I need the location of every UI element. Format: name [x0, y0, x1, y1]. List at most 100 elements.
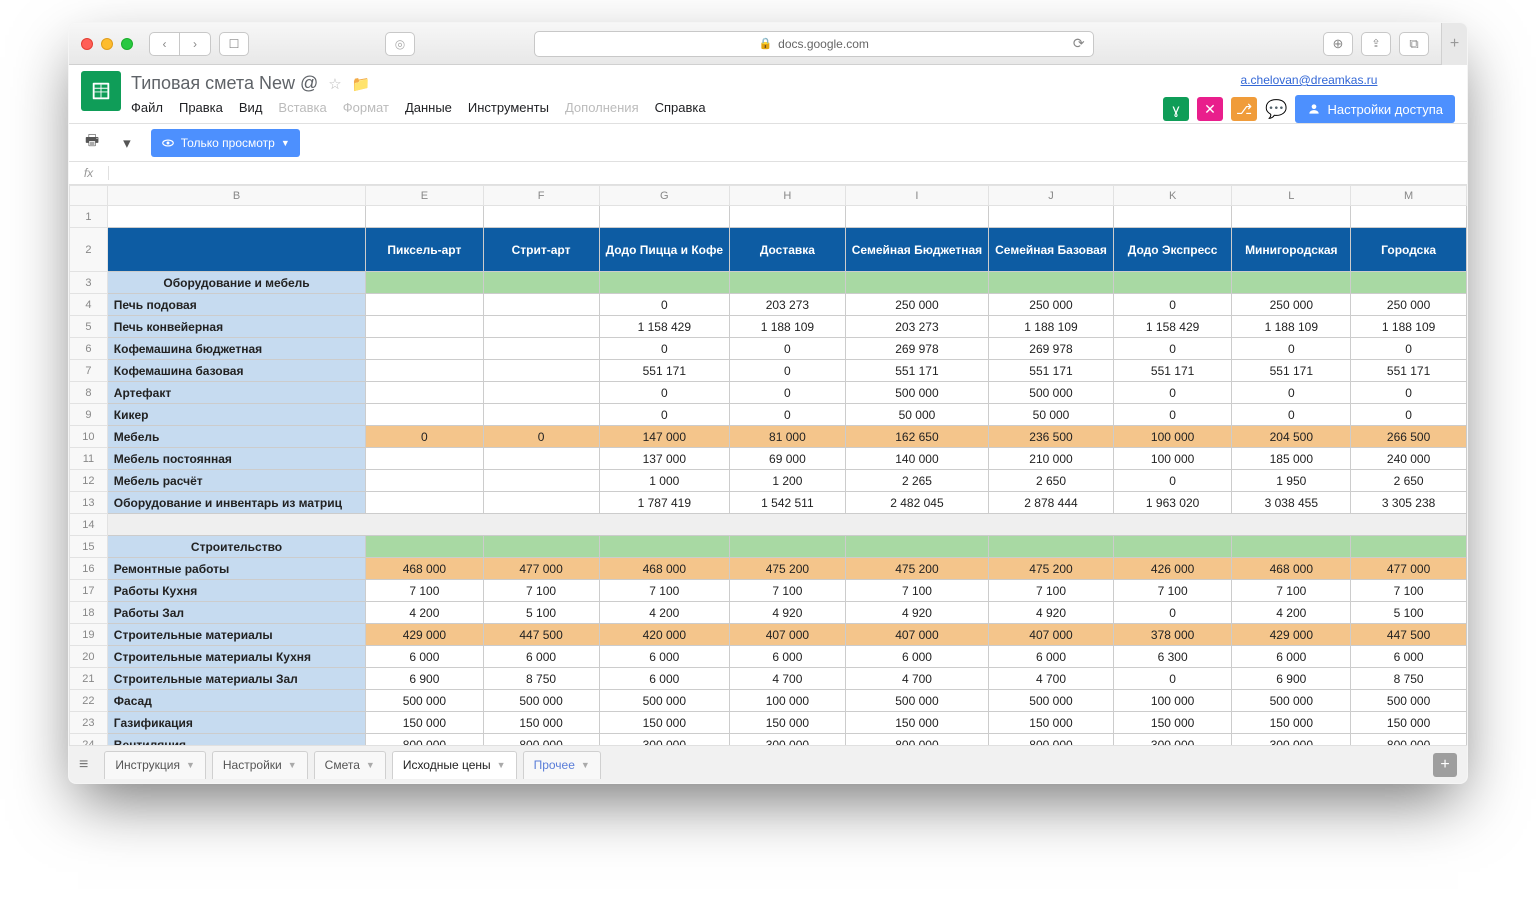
row-label[interactable]: Артефакт — [107, 382, 365, 404]
row-header[interactable]: 9 — [70, 404, 108, 426]
spreadsheet-grid[interactable]: BEFGHIJKLM12Пиксель-артСтрит-артДодо Пиц… — [69, 185, 1467, 745]
cell[interactable]: 0 — [483, 426, 599, 448]
cell[interactable]: 475 200 — [845, 558, 988, 580]
cell[interactable]: 140 000 — [845, 448, 988, 470]
cell[interactable]: 0 — [730, 382, 846, 404]
cell[interactable] — [730, 206, 846, 228]
cell[interactable]: 100 000 — [1113, 426, 1232, 448]
row-label[interactable]: Строительные материалы Кухня — [107, 646, 365, 668]
cell[interactable]: 0 — [1113, 338, 1232, 360]
cell[interactable]: 0 — [1351, 338, 1467, 360]
row-header[interactable]: 11 — [70, 448, 108, 470]
close-window-button[interactable] — [81, 38, 93, 50]
cell[interactable]: 0 — [730, 404, 846, 426]
cell[interactable]: 6 000 — [845, 646, 988, 668]
cell[interactable]: 210 000 — [989, 448, 1114, 470]
column-header[interactable]: F — [483, 186, 599, 206]
row-label[interactable]: Газификация — [107, 712, 365, 734]
cell[interactable]: 6 000 — [366, 646, 483, 668]
cell[interactable]: 4 920 — [989, 602, 1114, 624]
cell[interactable]: 0 — [1113, 382, 1232, 404]
row-header[interactable]: 22 — [70, 690, 108, 712]
cell[interactable]: 6 300 — [1113, 646, 1232, 668]
cell[interactable]: 407 000 — [730, 624, 846, 646]
row-label[interactable]: Кофемашина бюджетная — [107, 338, 365, 360]
cell[interactable]: 500 000 — [845, 690, 988, 712]
cell[interactable]: 5 100 — [1351, 602, 1467, 624]
cell[interactable]: 300 000 — [730, 734, 846, 746]
row-header[interactable]: 24 — [70, 734, 108, 746]
cell[interactable] — [366, 360, 483, 382]
cell[interactable]: 500 000 — [483, 690, 599, 712]
row-label[interactable]: Кофемашина базовая — [107, 360, 365, 382]
cell[interactable]: 1 158 429 — [599, 316, 729, 338]
forward-button[interactable]: › — [180, 33, 210, 55]
cell[interactable] — [483, 448, 599, 470]
tab-source-prices[interactable]: Исходные цены▼ — [392, 751, 517, 779]
cell[interactable]: 150 000 — [366, 712, 483, 734]
cell[interactable]: 8 750 — [1351, 668, 1467, 690]
header-cell[interactable]: Додо Экспресс — [1113, 228, 1232, 272]
cell[interactable]: 7 100 — [483, 580, 599, 602]
cell[interactable]: 266 500 — [1351, 426, 1467, 448]
cell[interactable] — [366, 294, 483, 316]
cell[interactable] — [483, 360, 599, 382]
share-button[interactable]: Настройки доступа — [1295, 95, 1455, 123]
cell[interactable]: 7 100 — [1113, 580, 1232, 602]
cell[interactable]: 150 000 — [845, 712, 988, 734]
cell[interactable]: 551 171 — [599, 360, 729, 382]
comments-icon[interactable]: 💬 — [1265, 99, 1287, 120]
presence-user-2[interactable]: ✕ — [1197, 97, 1223, 121]
row-label[interactable]: Работы Зал — [107, 602, 365, 624]
cell[interactable] — [483, 382, 599, 404]
row-label[interactable]: Строительные материалы Зал — [107, 668, 365, 690]
cell[interactable] — [989, 272, 1114, 294]
column-header[interactable]: G — [599, 186, 729, 206]
cell[interactable]: 0 — [1113, 470, 1232, 492]
cell[interactable]: 0 — [599, 382, 729, 404]
cell[interactable]: 500 000 — [1351, 690, 1467, 712]
cell[interactable]: 500 000 — [845, 382, 988, 404]
cell[interactable]: 475 200 — [989, 558, 1114, 580]
cell[interactable] — [366, 492, 483, 514]
cell[interactable]: 150 000 — [599, 712, 729, 734]
cell[interactable]: 150 000 — [1351, 712, 1467, 734]
cell[interactable]: 3 305 238 — [1351, 492, 1467, 514]
menu-view[interactable]: Вид — [239, 100, 263, 115]
cell[interactable] — [483, 404, 599, 426]
cell[interactable]: 100 000 — [730, 690, 846, 712]
row-header[interactable]: 1 — [70, 206, 108, 228]
cell[interactable]: 1 188 109 — [989, 316, 1114, 338]
filter-icon[interactable]: ▾ — [119, 130, 135, 156]
cell[interactable]: 300 000 — [1232, 734, 1351, 746]
account-email[interactable]: a.chelovan@dreamkas.ru — [1241, 73, 1378, 87]
row-label[interactable]: Мебель постоянная — [107, 448, 365, 470]
cell[interactable]: 7 100 — [599, 580, 729, 602]
cell[interactable] — [483, 294, 599, 316]
cell[interactable]: 6 000 — [989, 646, 1114, 668]
cell[interactable] — [1113, 272, 1232, 294]
cell[interactable]: 150 000 — [1232, 712, 1351, 734]
cell[interactable]: 0 — [1113, 668, 1232, 690]
cell[interactable]: 4 700 — [989, 668, 1114, 690]
cell[interactable]: 1 963 020 — [1113, 492, 1232, 514]
cell[interactable]: 204 500 — [1232, 426, 1351, 448]
cell[interactable]: 0 — [599, 404, 729, 426]
sidebar-button[interactable]: ☐ — [219, 32, 249, 56]
cell[interactable] — [1232, 536, 1351, 558]
cell[interactable]: 447 500 — [483, 624, 599, 646]
cell[interactable] — [366, 382, 483, 404]
document-title[interactable]: Типовая смета New @ — [131, 73, 318, 94]
column-header[interactable]: L — [1232, 186, 1351, 206]
cell[interactable]: 100 000 — [1113, 448, 1232, 470]
cell[interactable]: 407 000 — [989, 624, 1114, 646]
cell[interactable]: 429 000 — [366, 624, 483, 646]
row-header[interactable]: 17 — [70, 580, 108, 602]
cell[interactable]: 269 978 — [989, 338, 1114, 360]
cell[interactable]: 2 482 045 — [845, 492, 988, 514]
row-label[interactable]: Мебель — [107, 426, 365, 448]
cell[interactable]: 0 — [1232, 338, 1351, 360]
cell[interactable]: 1 787 419 — [599, 492, 729, 514]
cell[interactable]: 137 000 — [599, 448, 729, 470]
row-label[interactable]: Работы Кухня — [107, 580, 365, 602]
